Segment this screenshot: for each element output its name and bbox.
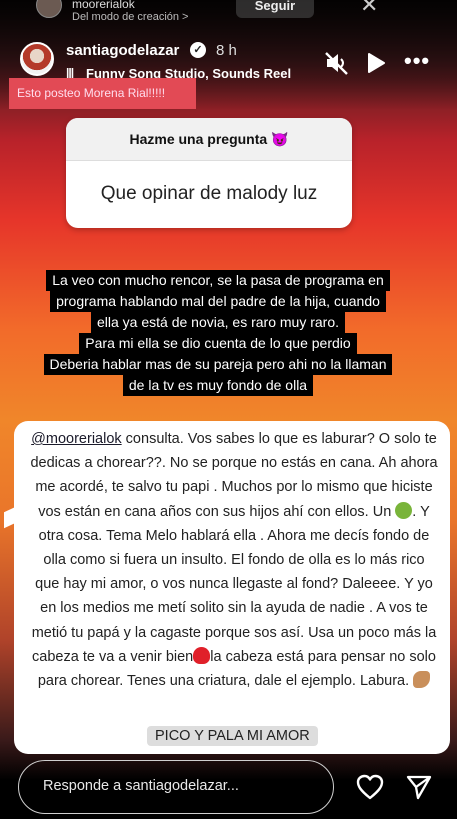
more-icon[interactable]: ••• xyxy=(404,48,430,74)
verified-badge-icon: ✓ xyxy=(190,42,206,58)
answer-line: de la tv es muy fondo de olla xyxy=(122,375,314,396)
comment-text: @moorerialok consulta. Vos sabes lo que … xyxy=(30,427,438,693)
close-icon[interactable]: ✕ xyxy=(360,0,378,18)
answer-line: La veo con mucho rencor, se la pasa de p… xyxy=(46,270,390,291)
reposter-handle[interactable]: moorerialok xyxy=(72,0,135,11)
follow-button[interactable]: Seguir xyxy=(236,0,314,18)
mention-link[interactable]: @moorerialok xyxy=(31,431,121,447)
question-sticker: Hazme una pregunta 😈 Que opinar de malod… xyxy=(66,118,352,228)
answer-text-block: La veo con mucho rencor, se la pasa de p… xyxy=(38,270,398,396)
mute-icon[interactable] xyxy=(324,50,350,76)
reposter-avatar[interactable] xyxy=(36,0,62,18)
comment-screenshot: @moorerialok consulta. Vos sabes lo que … xyxy=(14,421,450,754)
answer-line: Deberia hablar mas de su pareja pero ahi… xyxy=(43,354,393,375)
question-header: Hazme una pregunta 😈 xyxy=(66,118,352,161)
heart-emoji-icon xyxy=(193,646,211,664)
answer-line: Para mi ella se dio cuenta de lo que per… xyxy=(79,333,357,354)
reposter-subtitle[interactable]: Del modo de creación > xyxy=(72,11,188,23)
reposter-bar: moorerialok Del modo de creación > Segui… xyxy=(0,0,457,23)
post-time: 8 h xyxy=(216,42,237,59)
reply-input[interactable]: Responde a santiagodelazar... xyxy=(18,760,334,814)
comment-part-2: . Y otra cosa. Tema Melo hablará ella . … xyxy=(31,503,437,665)
avatar[interactable] xyxy=(20,42,54,76)
question-text: Que opinar de malody luz xyxy=(100,183,318,204)
answer-line: programa hablando mal del padre de la hi… xyxy=(50,291,386,312)
heart-icon[interactable] xyxy=(356,774,384,800)
nauseated-face-icon xyxy=(395,501,413,519)
flexed-biceps-icon xyxy=(413,671,431,689)
play-icon[interactable] xyxy=(366,52,386,74)
closing-line: PICO Y PALA MI AMOR xyxy=(147,726,318,746)
answer-line: ella ya está de novia, es raro muy raro. xyxy=(90,312,345,333)
username[interactable]: santiagodelazar xyxy=(66,42,179,59)
story-viewer[interactable]: moorerialok Del modo de creación > Segui… xyxy=(0,0,457,819)
send-icon[interactable] xyxy=(405,773,433,801)
caption-sticker: Esto posteo Morena Rial!!!!! xyxy=(9,78,196,109)
